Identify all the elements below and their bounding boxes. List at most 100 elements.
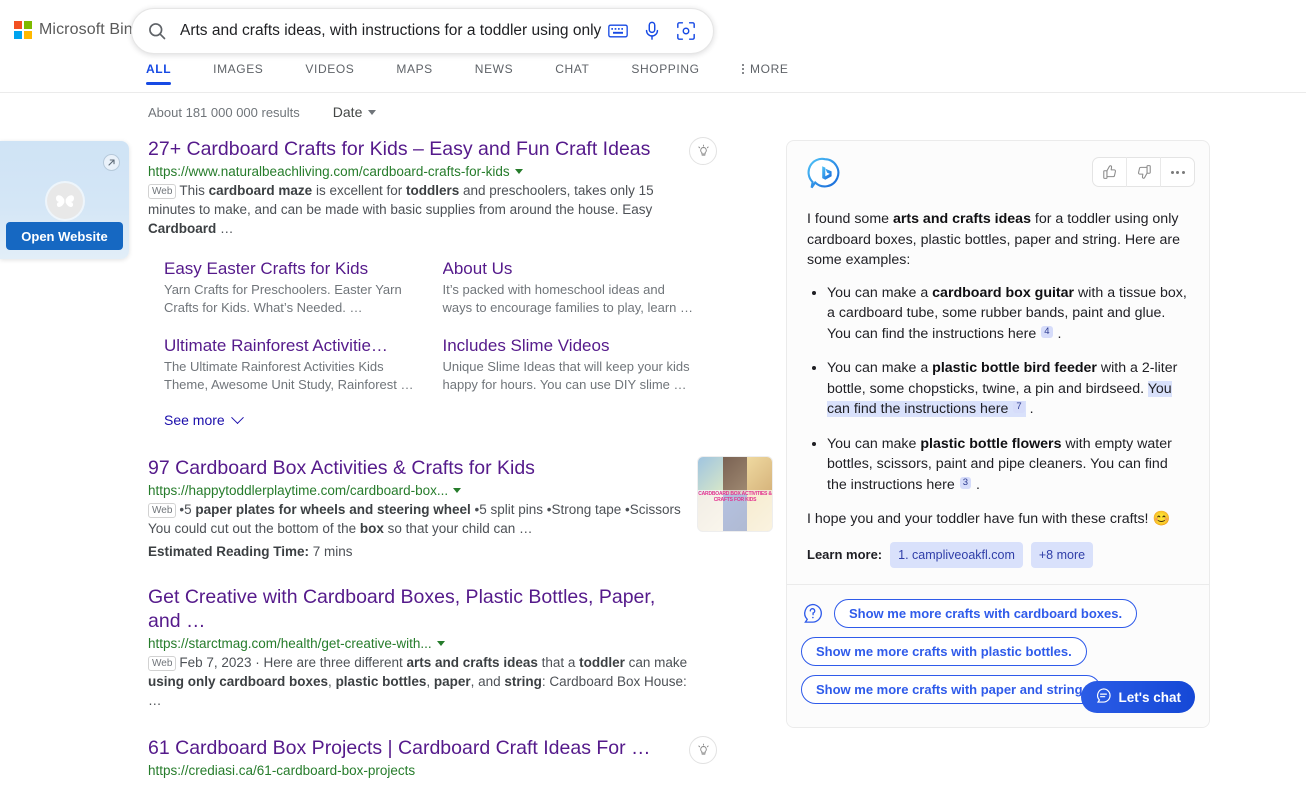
- deeplink-title[interactable]: Includes Slime Videos: [443, 335, 694, 356]
- results-count: About 181 000 000 results: [148, 104, 300, 120]
- date-filter-label: Date: [332, 104, 363, 120]
- microphone-icon[interactable]: [641, 20, 663, 42]
- suggestion-chip-1[interactable]: Show me more crafts with cardboard boxes…: [834, 599, 1138, 628]
- chat-panel-header: [787, 141, 1209, 203]
- question-bubble-icon: [801, 602, 824, 625]
- web-badge: Web: [148, 503, 177, 518]
- web-badge: Web: [148, 184, 177, 199]
- learn-more-source-chip[interactable]: 1. campliveoakfl.com: [890, 541, 1023, 568]
- result-title-link[interactable]: 97 Cardboard Box Activities & Crafts for…: [148, 456, 535, 480]
- lightbulb-icon[interactable]: [689, 137, 717, 165]
- deeplink-item: Easy Easter Crafts for Kids Yarn Crafts …: [164, 258, 415, 317]
- chevron-down-icon: [230, 410, 244, 424]
- more-options-icon[interactable]: [1161, 157, 1194, 187]
- bing-logo[interactable]: Microsoft Bing: [14, 21, 142, 39]
- chat-bullet-item: You can make a plastic bottle bird feede…: [827, 358, 1189, 420]
- bing-chat-icon: [807, 156, 843, 192]
- lightbulb-icon[interactable]: [689, 736, 717, 764]
- result-snippet-text: •5 paper plates for wheels and steering …: [148, 502, 685, 536]
- web-badge: Web: [148, 656, 177, 671]
- result-title-link[interactable]: 61 Cardboard Box Projects | Cardboard Cr…: [148, 736, 651, 760]
- thumbnail-caption: CARDBOARD BOX ACTIVITIES & CRAFTS FOR KI…: [698, 489, 772, 531]
- learn-more-label: Learn more:: [807, 546, 883, 562]
- chat-intro: I found some arts and crafts ideas for a…: [807, 211, 1181, 268]
- chat-bubble-icon: [1095, 687, 1112, 707]
- suggestion-chip-3[interactable]: Show me more crafts with paper and strin…: [801, 675, 1102, 704]
- thumbs-down-icon[interactable]: [1127, 157, 1160, 187]
- search-result-2: 97 Cardboard Box Activities & Crafts for…: [148, 456, 773, 559]
- microsoft-logo-icon: [14, 21, 32, 39]
- results-meta: About 181 000 000 results Date: [148, 100, 693, 124]
- result-snippet: Web •5 paper plates for wheels and steeri…: [148, 500, 693, 538]
- deeplink-item: Ultimate Rainforest Activitie… The Ultim…: [164, 335, 415, 394]
- result-reading-time: Estimated Reading Time: 7 mins: [148, 544, 353, 559]
- deeplink-title[interactable]: Ultimate Rainforest Activitie…: [164, 335, 415, 356]
- site-preview-card[interactable]: Open Website: [0, 141, 129, 259]
- url-dropdown-icon[interactable]: [453, 488, 462, 493]
- result-url[interactable]: https://crediasi.ca/61-cardboard-box-pro…: [148, 763, 693, 778]
- chat-bullet-item: You can make a cardboard box guitar with…: [827, 283, 1189, 345]
- result-title-link[interactable]: 27+ Cardboard Crafts for Kids – Easy and…: [148, 137, 650, 161]
- deeplink-item: Includes Slime Videos Unique Slime Ideas…: [443, 335, 694, 394]
- keyboard-icon[interactable]: [607, 20, 629, 42]
- url-dropdown-icon[interactable]: [436, 641, 445, 646]
- chat-answer-body: I found some arts and crafts ideas for a…: [787, 203, 1209, 584]
- search-result-1: 27+ Cardboard Crafts for Kids – Easy and…: [148, 137, 717, 430]
- search-results-column: About 181 000 000 results Date 27+ Cardb…: [148, 100, 773, 804]
- see-more-button[interactable]: See more: [164, 410, 244, 428]
- thumbs-up-icon[interactable]: [1093, 157, 1126, 187]
- tab-images[interactable]: IMAGES: [213, 62, 263, 85]
- result-url-text: https://happytoddlerplaytime.com/cardboa…: [148, 483, 449, 498]
- result-url-text: https://starctmag.com/health/get-creativ…: [148, 636, 432, 651]
- result-snippet: Web Feb 7, 2023 · Here are three differen…: [148, 653, 693, 710]
- suggestion-chip-2[interactable]: Show me more crafts with plastic bottles…: [801, 637, 1087, 666]
- date-filter-dropdown[interactable]: Date: [333, 104, 377, 120]
- tab-all[interactable]: ALL: [146, 62, 172, 85]
- lets-chat-label: Let's chat: [1118, 689, 1181, 705]
- result-snippet-text: Feb 7, 2023 · Here are three different a…: [148, 655, 688, 708]
- result-snippet: Web This cardboard maze is excellent for …: [148, 181, 693, 238]
- search-input[interactable]: [178, 21, 607, 41]
- external-link-icon[interactable]: [103, 154, 120, 171]
- chat-bullet-item: You can make plastic bottle flowers with…: [827, 434, 1189, 496]
- learn-more-row: Learn more: 1. campliveoakfl.com +8 more: [807, 541, 1189, 568]
- open-website-button[interactable]: Open Website: [6, 222, 123, 250]
- suggestion-row-2: Show me more crafts with plastic bottles…: [801, 637, 1195, 666]
- tab-videos[interactable]: VIDEOS: [305, 62, 354, 85]
- see-more-label: See more: [164, 412, 225, 428]
- search-bar[interactable]: [131, 8, 714, 54]
- tab-maps[interactable]: MAPS: [396, 62, 432, 85]
- chat-bullet-list: You can make a cardboard box guitar with…: [807, 283, 1189, 496]
- deeplink-desc: Unique Slime Ideas that will keep your k…: [442, 359, 690, 392]
- deeplink-title[interactable]: Easy Easter Crafts for Kids: [164, 258, 415, 279]
- result-url[interactable]: https://www.naturalbeachliving.com/cardb…: [148, 164, 693, 179]
- url-dropdown-icon[interactable]: [514, 169, 523, 174]
- page-header: Microsoft Bing Arts and crafts ideas, wi…: [0, 0, 1306, 93]
- result-thumbnail[interactable]: CARDBOARD BOX ACTIVITIES & CRAFTS FOR KI…: [697, 456, 773, 532]
- tab-more-label: MORE: [750, 62, 789, 76]
- search-icon: [144, 18, 170, 44]
- butterfly-favicon: [47, 183, 83, 219]
- search-result-4: 61 Cardboard Box Projects | Cardboard Cr…: [148, 736, 717, 778]
- chat-feedback-group: [1092, 157, 1195, 187]
- more-dots-icon: [741, 63, 745, 75]
- tab-shopping[interactable]: SHOPPING: [631, 62, 699, 85]
- result-url-text: https://crediasi.ca/61-cardboard-box-pro…: [148, 763, 416, 778]
- result-url-text: https://www.naturalbeachliving.com/cardb…: [148, 164, 510, 179]
- learn-more-expand-chip[interactable]: +8 more: [1030, 541, 1094, 568]
- result-url[interactable]: https://happytoddlerplaytime.com/cardboa…: [148, 483, 693, 498]
- tab-news[interactable]: NEWS: [475, 62, 513, 85]
- deeplink-title[interactable]: About Us: [443, 258, 694, 279]
- suggestion-row-1: Show me more crafts with cardboard boxes…: [801, 599, 1195, 628]
- result-url[interactable]: https://starctmag.com/health/get-creativ…: [148, 636, 693, 651]
- lets-chat-button[interactable]: Let's chat: [1080, 681, 1195, 713]
- tab-more[interactable]: MORE: [741, 62, 789, 85]
- visual-search-icon[interactable]: [675, 20, 697, 42]
- bing-logo-text: Microsoft Bing: [39, 21, 142, 38]
- tab-chat[interactable]: CHAT: [555, 62, 589, 85]
- chevron-down-icon: [368, 109, 377, 115]
- search-result-3: Get Creative with Cardboard Boxes, Plast…: [148, 585, 693, 710]
- result-title-link[interactable]: Get Creative with Cardboard Boxes, Plast…: [148, 585, 658, 633]
- result-snippet-text: This cardboard maze is excellent for tod…: [148, 183, 654, 236]
- chat-outro: I hope you and your toddler have fun wit…: [807, 511, 1171, 527]
